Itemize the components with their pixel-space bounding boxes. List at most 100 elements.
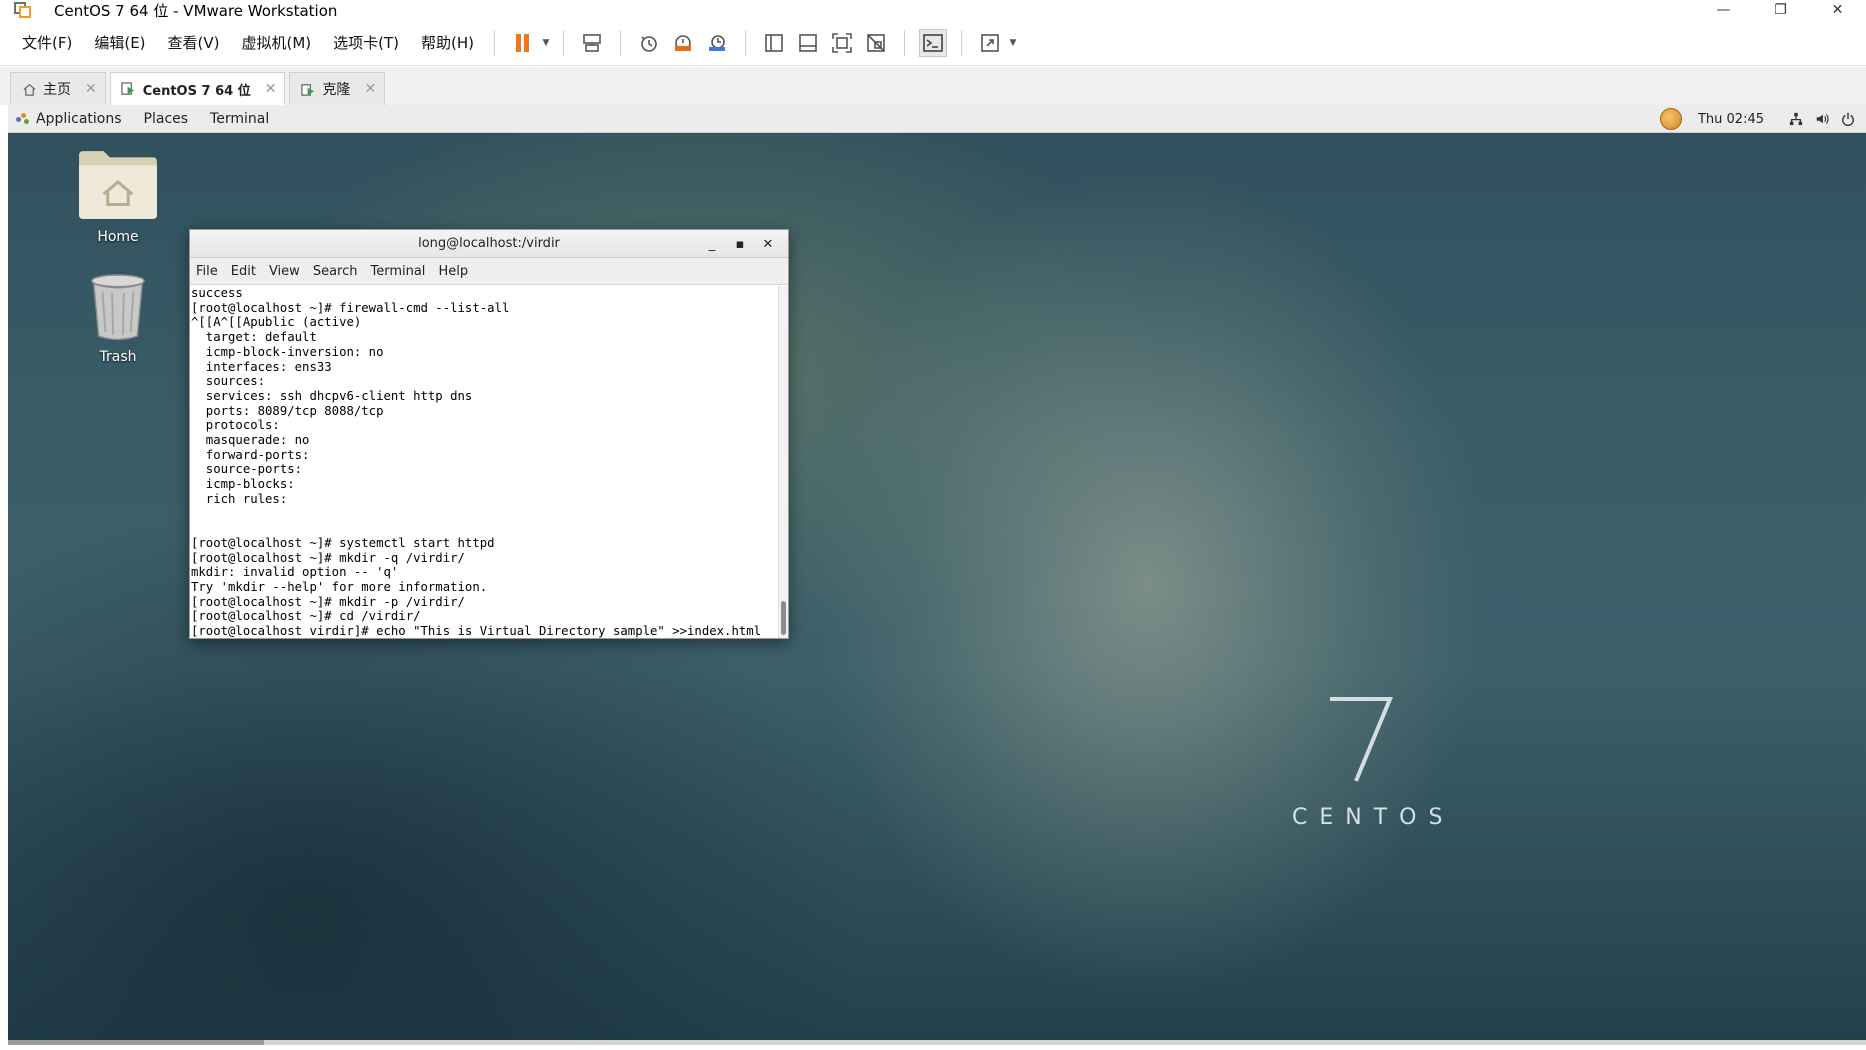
terminal-line: icmp-block-inversion: no [191,344,384,359]
terminal-line: interfaces: ens33 [191,359,332,374]
terminal-line: Try 'mkdir --help' for more information. [191,580,488,595]
centos-seven-logo [1330,697,1393,782]
terminal-line: masquerade: no [191,433,310,448]
terminal-title-bar[interactable]: long@localhost:/virdir _ ▪ ✕ [190,230,788,258]
terminal-line: source-ports: [191,462,310,477]
applications-menu[interactable]: Applications [16,111,144,127]
menu-help[interactable]: 帮助(H) [421,32,474,53]
terminal-line: ports: 8089/tcp 8088/tcp [191,403,384,418]
power-icon[interactable] [1840,111,1856,127]
terminal-line: mkdir: invalid option -- 'q' [191,565,399,580]
restore-button[interactable]: ❐ [1752,0,1809,20]
desktop-icon-label: Home [97,229,139,245]
gnome-foot-icon [16,112,30,126]
thumbnail-icon[interactable] [794,29,822,57]
stretch-dropdown-icon[interactable]: ▼ [1007,29,1019,57]
volume-icon[interactable] [1814,111,1830,127]
terminal-output[interactable]: success [root@localhost ~]# firewall-cmd … [190,286,778,638]
desktop-trash[interactable]: Trash [63,271,173,365]
menu-vm[interactable]: 虚拟机(M) [242,32,312,53]
gnome-top-bar: Applications Places Terminal Thu 02:45 [8,105,1866,133]
terminal-line: sources: [191,374,273,389]
vmware-toolbar: 文件(F) 编辑(E) 查看(V) 虚拟机(M) 选项卡(T) 帮助(H) ▼ … [0,20,1866,66]
terminal-scroll-thumb[interactable] [781,601,786,635]
fullscreen-icon[interactable] [828,29,856,57]
terminal-menu[interactable]: Terminal [210,111,269,127]
home-icon [21,81,37,97]
tab-centos[interactable]: CentOS 7 64 位 ✕ [109,72,286,105]
terminal-line: icmp-blocks: [191,477,303,492]
close-button[interactable]: ✕ [1809,0,1866,20]
terminal-line: [root@localhost ~]# firewall-cmd --list-… [191,300,510,315]
terminal-window[interactable]: long@localhost:/virdir _ ▪ ✕ File Edit V… [189,229,789,639]
console-icon[interactable] [919,28,948,57]
terminal-line: [root@localhost ~]# systemctl start http… [191,535,495,550]
desktop-icon-label: Trash [99,349,137,365]
horizontal-scrollbar[interactable] [8,1040,264,1045]
revert-snapshot-icon[interactable] [669,29,697,57]
tab-label: 主页 [43,82,71,98]
tab-clone[interactable]: 克隆 ✕ [289,72,386,105]
terminal-line: target: default [191,330,317,345]
menu-file[interactable]: 文件(F) [22,32,72,53]
snapshot-icon[interactable] [635,29,663,57]
tab-label: 克隆 [322,82,351,98]
stretch-icon[interactable] [976,29,1004,57]
tab-close-icon[interactable]: ✕ [265,81,277,97]
library-icon[interactable] [760,29,788,57]
clone-icon [300,81,316,97]
clock[interactable]: Thu 02:45 [1698,112,1764,127]
terminal-menu-search[interactable]: Search [313,264,358,279]
vmware-tab-bar: 主页 ✕ CentOS 7 64 位 ✕ 克隆 ✕ [0,67,1866,105]
terminal-menu-view[interactable]: View [269,264,300,279]
tab-close-icon[interactable]: ✕ [85,81,97,97]
terminal-minimize-button[interactable]: _ [698,237,726,252]
terminal-line: [root@localhost ~]# mkdir -q /virdir/ [191,550,465,565]
trash-icon [91,274,145,341]
vmware-logo-icon [14,2,32,18]
menu-tabs[interactable]: 选项卡(T) [333,32,399,53]
terminal-line: [root@localhost ~]# cd /virdir/ [191,609,421,624]
avatar[interactable] [1659,108,1682,130]
terminal-menu-file[interactable]: File [196,264,218,279]
terminal-menu-edit[interactable]: Edit [231,264,256,279]
tab-home[interactable]: 主页 ✕ [10,72,106,105]
terminal-menu-terminal[interactable]: Terminal [370,264,425,279]
terminal-title: long@localhost:/virdir [418,236,560,251]
places-menu[interactable]: Places [144,111,189,127]
pause-icon[interactable] [509,29,537,57]
vm-icon [121,81,137,97]
terminal-menu-bar: File Edit View Search Terminal Help [190,258,788,285]
terminal-line: protocols: [191,418,288,433]
pause-dropdown-icon[interactable]: ▼ [540,29,552,57]
home-folder-icon [79,151,157,219]
unity-icon[interactable] [862,29,890,57]
terminal-scrollbar[interactable] [778,286,788,638]
tab-label: CentOS 7 64 位 [142,83,251,99]
terminal-line: rich rules: [191,491,295,506]
guest-screen[interactable]: Applications Places Terminal Thu 02:45 H… [8,105,1866,1045]
send-keys-icon[interactable] [578,29,606,57]
terminal-line: ^[[A^[[Apublic (active) [191,315,362,330]
terminal-line: success [191,286,243,300]
minimize-button[interactable]: — [1695,0,1752,20]
applications-label: Applications [36,110,122,127]
terminal-close-button[interactable]: ✕ [754,237,782,252]
tab-close-icon[interactable]: ✕ [364,81,376,97]
terminal-menu-help[interactable]: Help [438,264,468,279]
menu-edit[interactable]: 编辑(E) [94,32,145,53]
terminal-line: [root@localhost ~]# mkdir -p /virdir/ [191,594,465,609]
network-icon[interactable] [1788,111,1804,127]
snapshot-manager-icon[interactable] [703,29,731,57]
centos-brand-text: CENTOS [1292,805,1455,830]
terminal-maximize-button[interactable]: ▪ [726,237,754,252]
desktop-home[interactable]: Home [63,147,173,245]
terminal-line: [root@localhost virdir]# echo "This is V… [191,624,762,638]
menu-view[interactable]: 查看(V) [168,32,220,53]
terminal-line: forward-ports: [191,447,317,462]
window-title: CentOS 7 64 位 - VMware Workstation [54,1,338,20]
terminal-line: services: ssh dhcpv6-client http dns [191,388,473,403]
vmware-title-bar: CentOS 7 64 位 - VMware Workstation — ❐ ✕ [0,0,1866,20]
